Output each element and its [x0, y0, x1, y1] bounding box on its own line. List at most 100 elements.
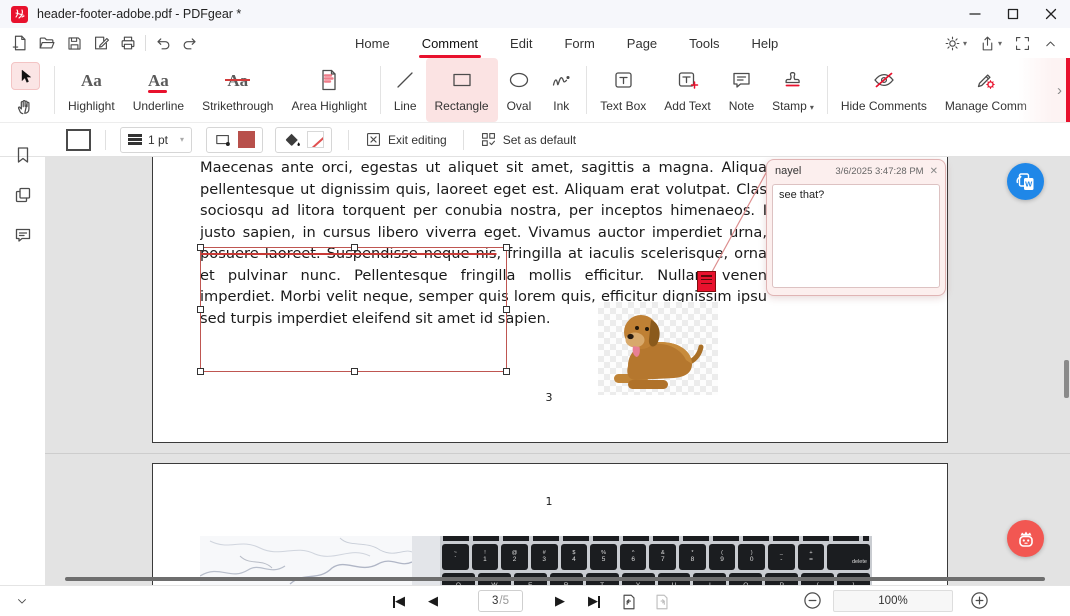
page-indicator[interactable]: 3/5	[478, 590, 523, 612]
toolbar-overflow[interactable]: ›	[1018, 58, 1066, 122]
fullscreen-button[interactable]	[1014, 35, 1031, 52]
keyboard-function-row	[443, 536, 869, 541]
pdfgear-window: { "window": { "title": "header-footer-ad…	[0, 0, 1070, 616]
resize-handle-sw[interactable]	[197, 368, 204, 375]
hide-comments-tool[interactable]: Hide Comments	[832, 58, 936, 122]
next-view-button[interactable]	[653, 586, 671, 616]
page-number: 1	[534, 495, 564, 508]
shape-preview-swatch[interactable]	[66, 129, 91, 151]
undo-button[interactable]	[153, 33, 173, 53]
underline-tool[interactable]: Aa Underline	[124, 58, 193, 122]
resize-handle-n[interactable]	[351, 244, 358, 251]
keyboard-key: (9	[709, 544, 736, 570]
horizontal-scrollbar[interactable]	[65, 577, 1045, 581]
save-button[interactable]	[64, 33, 84, 53]
last-page-button[interactable]: ▶	[588, 586, 600, 616]
resize-handle-se[interactable]	[503, 368, 510, 375]
comment-close-icon[interactable]: ✕	[930, 166, 938, 177]
minimize-button[interactable]	[956, 0, 994, 28]
tab-comment[interactable]: Comment	[419, 28, 481, 58]
oval-tool[interactable]: Oval	[498, 58, 541, 122]
toolbar-overflow-chevron-icon[interactable]: ›	[1057, 82, 1066, 99]
comment-text-area[interactable]: see that?	[772, 184, 940, 288]
tab-form[interactable]: Form	[561, 28, 597, 58]
keyboard-key: $4	[561, 544, 588, 570]
zoom-in-button[interactable]	[970, 591, 990, 611]
resize-handle-s[interactable]	[351, 368, 358, 375]
ai-assistant-button[interactable]	[1007, 520, 1044, 557]
border-color-picker[interactable]	[206, 127, 263, 153]
toolbar-separator	[54, 66, 55, 114]
pdf-to-word-button[interactable]: W	[1007, 163, 1044, 200]
comment-popup[interactable]: nayel 3/6/2025 3:47:28 PM ✕ see that?	[766, 159, 946, 296]
select-tool-button[interactable]	[11, 62, 40, 90]
fill-color-picker[interactable]	[275, 127, 332, 153]
tab-help[interactable]: Help	[749, 28, 782, 58]
text-box-icon	[612, 64, 635, 96]
close-button[interactable]	[1032, 0, 1070, 28]
area-highlight-tool[interactable]: Area Highlight	[282, 58, 375, 122]
keyboard-key: %5	[590, 544, 617, 570]
text-box-tool[interactable]: Text Box	[591, 58, 655, 122]
oval-icon	[507, 64, 531, 96]
note-tool[interactable]: Note	[720, 58, 763, 122]
left-sidebar	[0, 157, 45, 585]
total-pages: /5	[499, 595, 509, 607]
line-width-select[interactable]: 1 pt ▾	[120, 127, 192, 153]
redo-button[interactable]	[180, 33, 200, 53]
ink-icon	[549, 64, 573, 96]
window-title: header-footer-adobe.pdf - PDFgear *	[37, 7, 241, 21]
resize-handle-e[interactable]	[503, 306, 510, 313]
tab-page[interactable]: Page	[624, 28, 660, 58]
bookmarks-panel-button[interactable]	[13, 145, 33, 165]
collapse-ribbon-button[interactable]	[1043, 36, 1058, 51]
next-page-button[interactable]: ▶	[555, 586, 565, 616]
toolbar-edge-accent	[1066, 58, 1070, 122]
comment-toolbar: Aa Highlight Aa Underline Aa Strikethrou…	[0, 58, 1070, 123]
line-width-value: 1 pt	[148, 133, 174, 147]
hand-tool-button[interactable]	[13, 94, 38, 119]
open-file-button[interactable]	[37, 33, 57, 53]
dog-image	[598, 302, 718, 395]
sticky-note-annotation[interactable]	[697, 271, 716, 292]
toolbar-separator	[827, 66, 828, 114]
highlight-tool[interactable]: Aa Highlight	[59, 58, 124, 122]
vertical-scrollbar[interactable]	[1064, 360, 1069, 398]
add-text-tool[interactable]: Add Text	[655, 58, 719, 122]
line-tool[interactable]: Line	[385, 58, 426, 122]
zoom-level-indicator[interactable]: 100%	[833, 590, 953, 612]
strikethrough-tool[interactable]: Aa Strikethrough	[193, 58, 282, 122]
toolbar-separator	[586, 66, 587, 114]
new-file-button[interactable]	[10, 33, 30, 53]
ink-tool[interactable]: Ink	[540, 58, 582, 122]
save-as-button[interactable]	[91, 33, 111, 53]
collapse-statusbar-button[interactable]	[12, 591, 32, 611]
stamp-tool[interactable]: Stamp▾	[763, 58, 823, 122]
document-viewport[interactable]: Maecenas ante orci, egestas ut aliquet s…	[45, 157, 1070, 585]
zoom-out-button[interactable]	[803, 591, 823, 611]
rectangle-annotation[interactable]	[200, 247, 507, 372]
tab-home[interactable]: Home	[352, 28, 393, 58]
theme-button[interactable]: ▾	[944, 35, 967, 52]
previous-page-button[interactable]: ◀	[428, 586, 438, 616]
first-page-button[interactable]: ◀	[393, 586, 405, 616]
keyboard-key: *8	[679, 544, 706, 570]
thumbnails-panel-button[interactable]	[13, 185, 33, 205]
rectangle-tool[interactable]: Rectangle	[426, 58, 498, 122]
comments-panel-button[interactable]	[13, 225, 33, 245]
tab-edit[interactable]: Edit	[507, 28, 535, 58]
title-bar: header-footer-adobe.pdf - PDFgear *	[0, 0, 1070, 28]
exit-editing-button[interactable]: Exit editing	[365, 131, 447, 148]
props-separator	[463, 130, 464, 150]
resize-handle-w[interactable]	[197, 306, 204, 313]
props-separator	[105, 130, 106, 150]
print-button[interactable]	[118, 33, 138, 53]
previous-view-button[interactable]	[620, 586, 638, 616]
share-button[interactable]: ▾	[979, 35, 1002, 52]
svg-text:W: W	[1025, 179, 1033, 188]
resize-handle-nw[interactable]	[197, 244, 204, 251]
tab-tools[interactable]: Tools	[686, 28, 722, 58]
resize-handle-ne[interactable]	[503, 244, 510, 251]
maximize-button[interactable]	[994, 0, 1032, 28]
set-as-default-button[interactable]: Set as default	[480, 131, 576, 148]
